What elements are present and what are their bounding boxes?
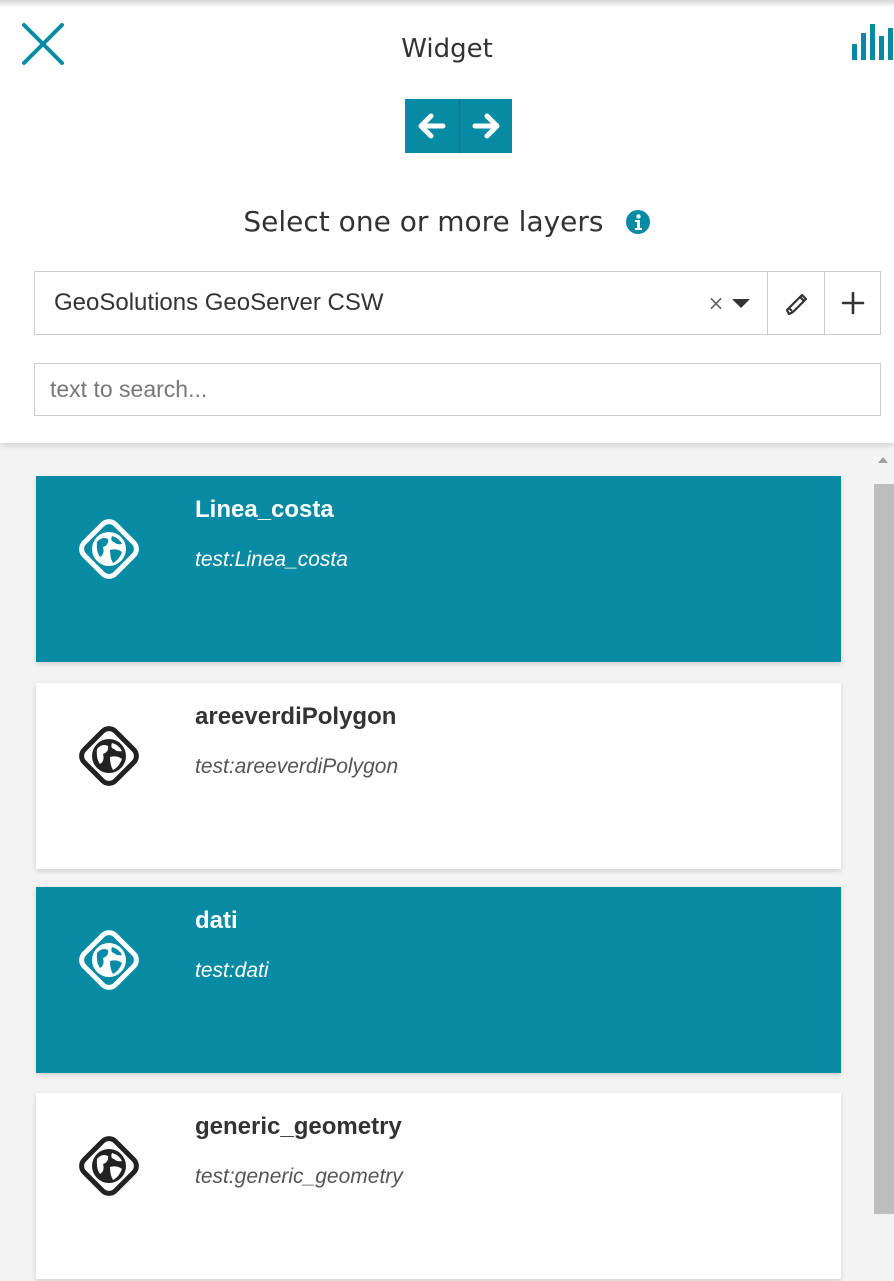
catalog-select[interactable]: GeoSolutions GeoServer CSW ×: [34, 271, 881, 335]
plus-icon: [841, 291, 864, 315]
globe-icon: [72, 512, 146, 586]
arrow-right-icon: [472, 113, 500, 139]
top-edge-shadow: [0, 0, 894, 8]
layer-card-generic-geometry[interactable]: generic_geometry test:generic_geometry: [36, 1093, 841, 1279]
list-scrollbar[interactable]: [872, 443, 894, 1281]
layer-description: test:generic_geometry: [195, 1165, 403, 1188]
globe-icon: [72, 1129, 146, 1203]
layer-list[interactable]: Linea_costa test:Linea_costa areeverdiPo…: [0, 443, 894, 1281]
add-catalog-button[interactable]: [824, 272, 880, 334]
globe-icon: [72, 923, 146, 997]
layer-card-areeverdipolygon[interactable]: areeverdiPolygon test:areeverdiPolygon: [36, 683, 841, 869]
layer-description: test:dati: [195, 959, 269, 982]
info-circle-icon[interactable]: [625, 209, 651, 235]
step-navigation: [405, 99, 512, 153]
pencil-icon: [785, 293, 808, 316]
chevron-down-icon[interactable]: [731, 272, 767, 334]
layer-description: test:areeverdiPolygon: [195, 755, 399, 778]
layer-card-linea-costa[interactable]: Linea_costa test:Linea_costa: [36, 476, 841, 662]
widget-panel-header: Widget Select one or more layers GeoSolu…: [0, 0, 894, 443]
page-title: Widget: [401, 34, 493, 64]
arrow-left-icon: [418, 113, 446, 139]
scroll-up-arrow-icon[interactable]: [878, 457, 888, 463]
catalog-selected-value[interactable]: GeoSolutions GeoServer CSW: [35, 272, 701, 334]
selection-heading: Select one or more layers: [0, 205, 894, 238]
globe-icon: [72, 719, 146, 793]
bar-chart-icon[interactable]: [848, 22, 894, 62]
edit-catalog-button[interactable]: [767, 272, 824, 334]
scroll-thumb[interactable]: [874, 484, 894, 1214]
layer-description: test:Linea_costa: [195, 548, 348, 571]
back-button[interactable]: [405, 99, 459, 153]
search-input[interactable]: [34, 363, 881, 416]
layer-title: areeverdiPolygon: [195, 703, 397, 730]
layer-title: generic_geometry: [195, 1113, 402, 1140]
layer-title: dati: [195, 907, 238, 934]
selection-label: Select one or more layers: [243, 205, 604, 238]
layer-card-dati[interactable]: dati test:dati: [36, 887, 841, 1073]
forward-button[interactable]: [458, 99, 512, 153]
layer-title: Linea_costa: [195, 496, 334, 523]
clear-selection-icon[interactable]: ×: [701, 272, 731, 334]
